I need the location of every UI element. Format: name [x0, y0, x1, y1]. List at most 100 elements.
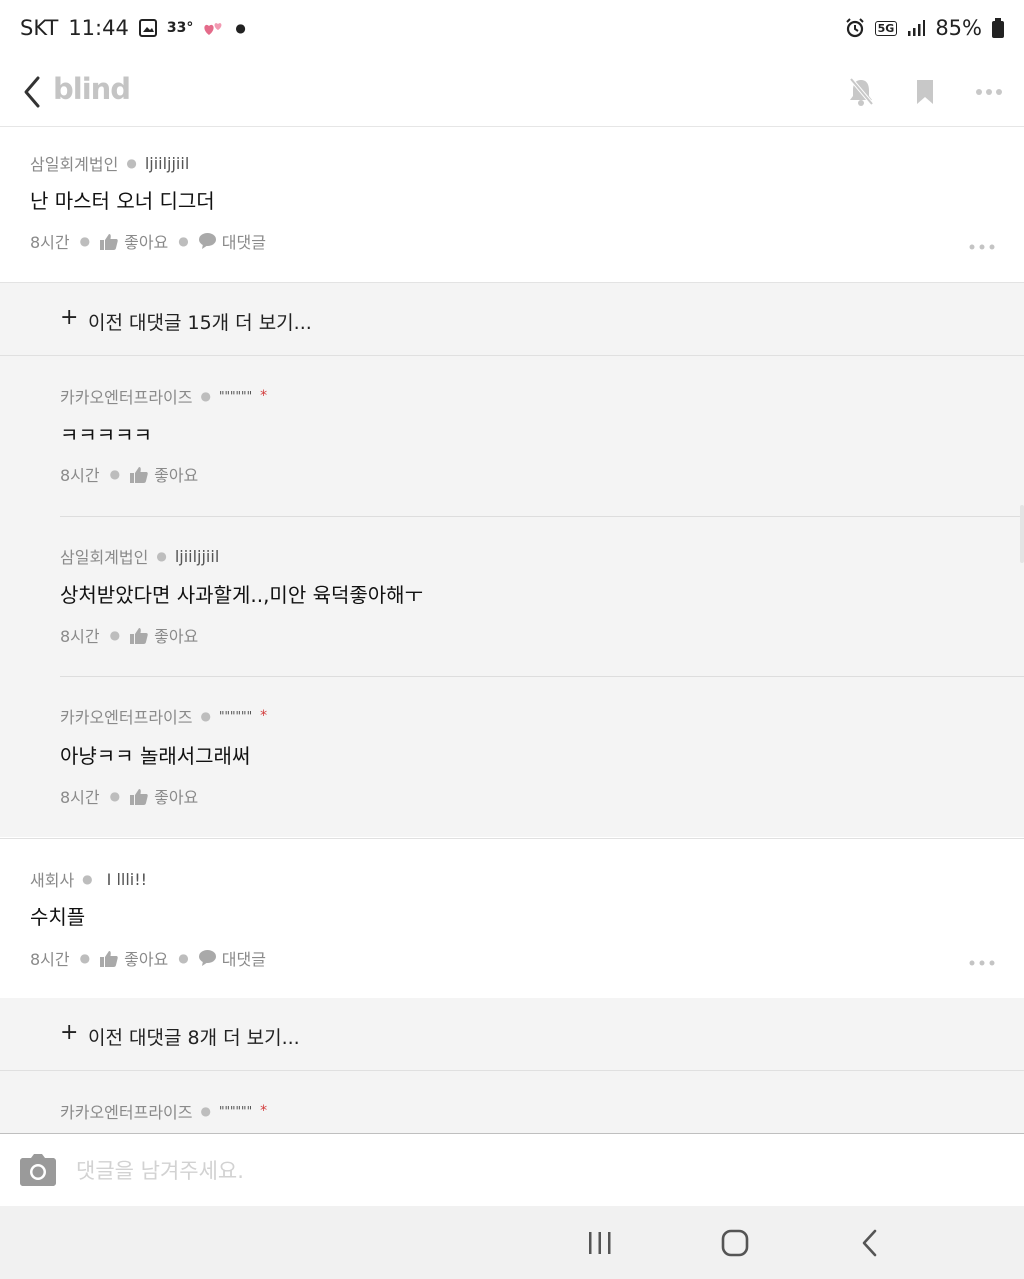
comment-actions: 8시간 ● 좋아요 ● 대댓글	[30, 946, 266, 970]
load-more-replies[interactable]: + 이전 대댓글 15개 더 보기...	[0, 283, 1024, 356]
separator-dot: ●	[109, 628, 121, 642]
status-right: 5G 85%	[845, 16, 1004, 40]
thumbs-up-icon	[130, 788, 148, 805]
signal-icon	[908, 20, 926, 36]
separator-dot: ●	[178, 234, 189, 248]
temperature: 33°	[166, 20, 194, 36]
company-name[interactable]: 카카오엔터프라이즈	[60, 704, 192, 728]
comment-more-icon[interactable]	[968, 242, 996, 252]
app-logo: blind	[53, 72, 131, 106]
like-button[interactable]: 좋아요	[100, 229, 168, 253]
like-label: 좋아요	[154, 627, 199, 646]
separator-dot: ●	[126, 156, 137, 170]
nickname[interactable]: I llli!!	[107, 870, 147, 889]
nickname[interactable]: """"""	[219, 1104, 252, 1118]
reply-meta: 카카오엔터프라이즈 ● """""" *	[60, 1099, 267, 1123]
separator-dot: ●	[82, 872, 93, 886]
clock: 11:44	[68, 16, 129, 40]
like-label: 좋아요	[154, 466, 199, 485]
comment-input-bar	[0, 1133, 1024, 1206]
more-icon	[976, 89, 1002, 95]
app-bar: blind	[0, 60, 1024, 127]
author-star-icon: *	[260, 708, 268, 724]
company-name[interactable]: 삼일회계법인	[60, 544, 148, 568]
comment-time: 8시간	[30, 233, 70, 252]
thumbs-up-icon	[130, 466, 148, 483]
more-options-button[interactable]	[974, 74, 1004, 110]
separator-dot: ●	[109, 789, 121, 803]
comment-input[interactable]	[74, 1150, 978, 1192]
like-button[interactable]: 좋아요	[130, 623, 198, 647]
load-more-label: 이전 대댓글 8개 더 보기...	[88, 1027, 300, 1049]
comment-meta: 새회사 ● I llli!!	[30, 867, 147, 891]
separator-dot: ●	[200, 709, 211, 723]
reply-meta: 카카오엔터프라이즈 ● """""" *	[60, 384, 267, 408]
comment: 새회사 ● I llli!! 수치플 8시간 ● 좋아요 ● 대댓글	[0, 838, 1024, 999]
reply-text: ㅋㅋㅋㅋㅋ	[60, 423, 152, 447]
comment-text: 수치플	[30, 905, 86, 929]
separator-dot: ●	[200, 389, 211, 403]
status-bar: SKT 11:44 33° ● 5G 85%	[0, 0, 1024, 60]
reply-meta: 삼일회계법인 ● ljiiljjiil	[60, 544, 219, 568]
nickname[interactable]: ljiiljjiil	[175, 547, 219, 566]
like-button[interactable]: 좋아요	[130, 784, 198, 808]
nickname[interactable]: ljiiljjiil	[145, 154, 189, 173]
nav-back-button[interactable]	[850, 1226, 890, 1260]
separator-dot: ●	[156, 549, 167, 563]
like-label: 좋아요	[124, 950, 169, 969]
company-name[interactable]: 카카오엔터프라이즈	[60, 1099, 192, 1123]
reply-text: 상처받았다면 사과할게..,미안 육덕좋아해ㅜ	[60, 583, 423, 607]
carrier-label: SKT	[20, 16, 59, 40]
like-label: 좋아요	[124, 233, 169, 252]
company-name[interactable]: 삼일회계법인	[30, 151, 118, 175]
comment-text: 난 마스터 오너 디그더	[30, 189, 215, 213]
reply-label: 대댓글	[221, 950, 266, 969]
reply-button[interactable]: 대댓글	[198, 229, 266, 253]
battery-percent: 85%	[935, 16, 982, 40]
reply-text: 아냥ㅋㅋ 놀래서그래써	[60, 744, 251, 768]
bookmark-icon	[917, 80, 933, 104]
app-actions	[846, 74, 1004, 110]
reply-list: 카카오엔터프라이즈 ● """""" * ㅋㅋㅋㅋㅋ 8시간 ● 좋아요 삼일회…	[0, 356, 1024, 837]
alarm-icon	[845, 18, 864, 38]
company-name[interactable]: 카카오엔터프라이즈	[60, 384, 192, 408]
system-nav-bar	[0, 1206, 1024, 1279]
notification-toggle-button[interactable]	[846, 74, 876, 110]
reply-list: 카카오엔터프라이즈 ● """""" *	[0, 1071, 1024, 1133]
recent-apps-button[interactable]	[580, 1226, 620, 1260]
like-button[interactable]: 좋아요	[130, 462, 198, 486]
separator-dot: ●	[178, 951, 189, 965]
bookmark-button[interactable]	[910, 74, 940, 110]
comment-meta: 삼일회계법인 ● ljiiljjiil	[30, 151, 189, 175]
scrollbar[interactable]	[1020, 505, 1024, 563]
reply-time: 8시간	[60, 627, 100, 646]
reply-actions: 8시간 ● 좋아요	[60, 623, 198, 647]
camera-icon[interactable]	[20, 1154, 56, 1186]
network-type: 5G	[874, 20, 898, 36]
back-icon	[24, 76, 40, 108]
back-button[interactable]	[18, 72, 50, 112]
reply-actions: 8시간 ● 좋아요	[60, 784, 198, 808]
company-name[interactable]: 새회사	[30, 867, 74, 891]
speech-bubble-icon	[198, 950, 216, 966]
load-more-replies[interactable]: + 이전 대댓글 8개 더 보기...	[0, 998, 1024, 1071]
hearts-icon	[204, 23, 222, 35]
author-star-icon: *	[260, 1103, 268, 1119]
separator-dot: ●	[79, 951, 91, 965]
reply-divider	[60, 516, 1024, 517]
comment-more-icon[interactable]	[968, 958, 996, 968]
load-more-label: 이전 대댓글 15개 더 보기...	[88, 312, 312, 334]
nickname[interactable]: """"""	[219, 389, 252, 403]
reply-button[interactable]: 대댓글	[198, 946, 266, 970]
nickname[interactable]: """"""	[219, 709, 252, 723]
reply-label: 대댓글	[221, 233, 266, 252]
reply-actions: 8시간 ● 좋아요	[60, 462, 198, 486]
speech-bubble-icon	[198, 233, 216, 249]
thumbs-up-icon	[100, 233, 118, 250]
home-button[interactable]	[715, 1226, 755, 1260]
bell-off-icon	[849, 77, 874, 106]
like-button[interactable]: 좋아요	[100, 946, 168, 970]
comment-actions: 8시간 ● 좋아요 ● 대댓글	[30, 229, 266, 253]
author-star-icon: *	[260, 388, 268, 404]
home-icon	[721, 1229, 749, 1257]
